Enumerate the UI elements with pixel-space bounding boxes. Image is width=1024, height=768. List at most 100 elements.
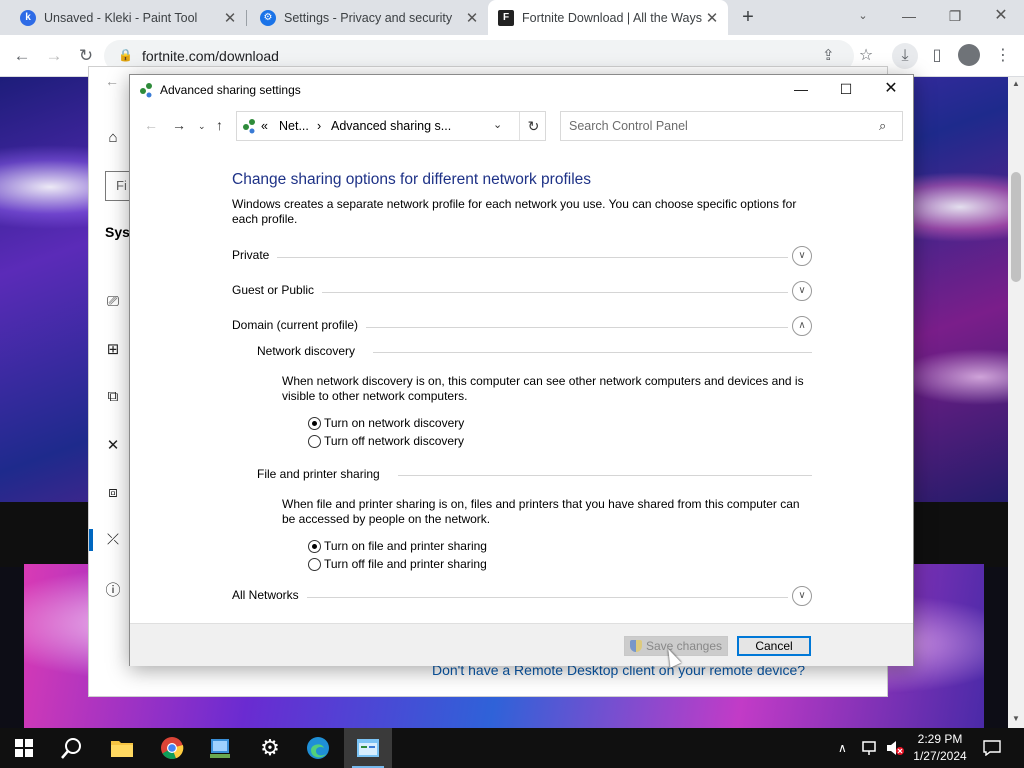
scroll-up-icon[interactable]: ▲	[1008, 79, 1024, 88]
network-icon	[243, 119, 255, 134]
close-tab-icon[interactable]: ✕	[462, 9, 482, 27]
display-icon[interactable]: ⎚	[103, 293, 123, 310]
tab-search-icon[interactable]: ⌄	[840, 0, 886, 35]
close-tab-icon[interactable]: ✕	[702, 9, 722, 27]
dialog-content: Change sharing options for different net…	[130, 143, 913, 623]
radio-network-discovery-on[interactable]: Turn on network discovery	[308, 415, 464, 431]
settings-taskbar-button[interactable]: ⚙	[246, 728, 294, 768]
radio-checked-icon[interactable]	[308, 539, 321, 553]
menu-icon[interactable]: ⋮	[990, 43, 1016, 69]
radio-unchecked-icon[interactable]	[308, 434, 321, 448]
close-window-button[interactable]: ✕	[978, 0, 1024, 35]
radio-label[interactable]: Turn off file and printer sharing	[324, 557, 487, 571]
clock[interactable]: 2:29 PM 1/27/2024	[905, 731, 975, 765]
settings-back-icon[interactable]: ←	[105, 73, 119, 89]
search-control-panel[interactable]: ⌕	[560, 111, 903, 141]
tablet-icon[interactable]: ⊞	[103, 340, 123, 358]
multitask-icon[interactable]: ⧉	[103, 388, 123, 405]
expand-chevron-icon[interactable]: ∨	[792, 246, 812, 266]
collapse-chevron-icon[interactable]: ∧	[792, 316, 812, 336]
back-button[interactable]: ←	[8, 42, 36, 70]
browser-tab-strip: k Unsaved - Kleki - Paint Tool ✕ ⚙ Setti…	[0, 0, 1024, 35]
section-label: Guest or Public	[232, 283, 323, 297]
kleki-icon: k	[20, 9, 36, 26]
breadcrumb-network[interactable]: Net...	[279, 119, 309, 133]
tab-title: Fortnite Download | All the Ways	[522, 10, 702, 25]
info-icon[interactable]: ⓘ	[103, 579, 123, 600]
close-tab-icon[interactable]: ✕	[220, 9, 240, 27]
network-window-icon	[357, 739, 379, 757]
nav-up-icon[interactable]: ↑	[216, 117, 223, 133]
breadcrumb-overflow[interactable]: «	[261, 119, 268, 133]
radio-unchecked-icon[interactable]	[308, 557, 321, 571]
clipboard-icon[interactable]: ⧈	[103, 484, 123, 501]
radio-label[interactable]: Turn on network discovery	[324, 416, 464, 430]
search-icon[interactable]: ⌕	[879, 118, 886, 134]
divider	[232, 257, 788, 258]
scroll-thumb[interactable]	[1011, 172, 1021, 282]
expand-chevron-icon[interactable]: ∨	[792, 586, 812, 606]
search-input[interactable]	[561, 112, 871, 140]
radio-label[interactable]: Turn off network discovery	[324, 434, 464, 448]
section-guest-public[interactable]: Guest or Public ∨	[232, 281, 812, 305]
home-icon[interactable]: ⌂	[103, 129, 123, 146]
search-taskbar-button[interactable]	[48, 728, 96, 768]
profile-avatar[interactable]	[958, 44, 980, 66]
section-all-networks[interactable]: All Networks ∨	[232, 586, 812, 610]
breadcrumb-bar[interactable]: « Net... › Advanced sharing s... ⌄ ↻	[236, 111, 546, 141]
section-domain[interactable]: Domain (current profile) ∧	[232, 316, 812, 340]
download-icon[interactable]: ⤓	[892, 43, 918, 69]
tab-title: Settings - Privacy and security	[284, 10, 453, 25]
radio-file-sharing-off[interactable]: Turn off file and printer sharing	[308, 556, 487, 572]
network-icon	[140, 83, 152, 98]
tab-settings[interactable]: ⚙ Settings - Privacy and security ✕	[248, 0, 488, 35]
chrome-taskbar-button[interactable]	[148, 728, 196, 768]
dialog-titlebar[interactable]: Advanced sharing settings — ☐ ✕	[130, 75, 913, 105]
radio-checked-icon[interactable]	[308, 416, 321, 430]
dialog-close-button[interactable]: ✕	[868, 75, 914, 105]
group-title: Network discovery	[257, 344, 374, 358]
nav-back-icon[interactable]: ←	[144, 117, 158, 133]
gear-icon: ⚙	[260, 735, 280, 760]
notifications-button[interactable]	[983, 728, 1001, 768]
network-tray-icon[interactable]	[862, 728, 880, 768]
dialog-maximize-button[interactable]: ☐	[823, 75, 869, 105]
remote-desktop-icon[interactable]: ⤫	[103, 531, 123, 548]
start-button[interactable]	[0, 728, 48, 768]
radio-label[interactable]: Turn on file and printer sharing	[324, 539, 487, 553]
new-tab-button[interactable]: +	[736, 4, 760, 30]
divider	[232, 597, 788, 598]
share-icon[interactable]: ⇪	[822, 46, 835, 64]
nav-forward-icon[interactable]: →	[172, 117, 186, 133]
cancel-button[interactable]: Cancel	[737, 636, 811, 656]
breadcrumb-advanced-sharing[interactable]: Advanced sharing s...	[331, 119, 451, 133]
address-dropdown-icon[interactable]: ⌄	[493, 118, 502, 131]
control-panel-button[interactable]	[196, 728, 244, 768]
tab-fortnite[interactable]: F Fortnite Download | All the Ways ✕	[488, 0, 728, 35]
radio-file-sharing-on[interactable]: Turn on file and printer sharing	[308, 538, 487, 554]
page-scrollbar[interactable]: ▲ ▼	[1008, 77, 1024, 728]
edge-taskbar-button[interactable]	[294, 728, 342, 768]
folder-icon	[111, 741, 133, 757]
forward-button[interactable]: →	[40, 42, 68, 70]
tab-kleki[interactable]: k Unsaved - Kleki - Paint Tool ✕	[0, 0, 246, 35]
edge-icon	[307, 737, 329, 759]
control-panel-icon	[210, 739, 230, 758]
network-sharing-taskbar-button[interactable]	[344, 728, 392, 768]
volume-muted-icon	[887, 741, 904, 755]
minimize-button[interactable]: —	[886, 0, 932, 35]
scroll-down-icon[interactable]: ▼	[1008, 714, 1024, 723]
selected-nav-indicator	[89, 529, 93, 551]
restore-button[interactable]: ❐	[932, 0, 978, 35]
expand-chevron-icon[interactable]: ∨	[792, 281, 812, 301]
recent-locations-icon[interactable]: ⌄	[198, 121, 206, 132]
dialog-minimize-button[interactable]: —	[778, 75, 824, 105]
radio-network-discovery-off[interactable]: Turn off network discovery	[308, 433, 464, 449]
volume-tray-icon[interactable]	[886, 728, 904, 768]
section-private[interactable]: Private ∨	[232, 246, 812, 270]
file-explorer-button[interactable]	[98, 728, 146, 768]
side-panel-icon[interactable]: ▯	[924, 43, 950, 69]
show-hidden-icons[interactable]: ∧	[838, 728, 847, 768]
project-icon[interactable]: ✕	[103, 436, 123, 454]
refresh-icon[interactable]: ↻	[519, 112, 547, 140]
